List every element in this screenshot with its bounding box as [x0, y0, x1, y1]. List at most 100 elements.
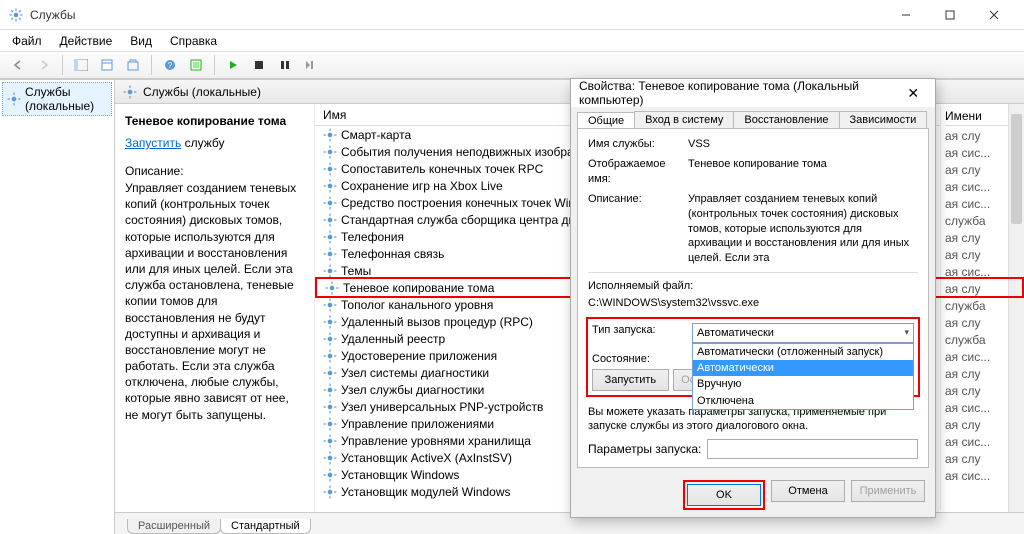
service-row-label: События получения неподвижных изображ... — [341, 145, 592, 159]
service-row-label: Установщик Windows — [341, 468, 459, 482]
gear-icon — [323, 485, 337, 499]
minimize-button[interactable] — [884, 1, 928, 29]
refresh-button[interactable] — [184, 54, 208, 76]
gear-icon — [323, 315, 337, 329]
selected-service-name: Теневое копирование тома — [125, 114, 304, 128]
ok-highlight-box: OK — [683, 480, 765, 510]
startup-highlight-box: Тип запуска: Автоматически ▾ Автоматичес… — [586, 317, 920, 397]
dialog-titlebar: Свойства: Теневое копирование тома (Лока… — [571, 79, 935, 107]
tab-general[interactable]: Общие — [577, 112, 635, 129]
dialog-close-button[interactable]: ✕ — [899, 85, 927, 102]
gear-icon — [323, 264, 337, 278]
back-button[interactable] — [6, 54, 30, 76]
menu-file[interactable]: Файл — [4, 32, 50, 50]
stop-service-button[interactable] — [247, 54, 271, 76]
ok-button[interactable]: OK — [687, 484, 761, 506]
gear-icon — [325, 281, 339, 295]
service-row-label: Средство построения конечных точек Wind.… — [341, 196, 592, 210]
gear-icon — [323, 451, 337, 465]
tab-logon[interactable]: Вход в систему — [634, 111, 734, 128]
tab-standard[interactable]: Стандартный — [220, 519, 311, 534]
gear-icon — [323, 417, 337, 431]
display-name-label: Отображаемое имя: — [588, 157, 688, 186]
service-row-label: Узел службы диагностики — [341, 383, 484, 397]
bg-cell: ая сис... — [945, 145, 1016, 162]
service-row-label: Тополог канального уровня — [341, 298, 493, 312]
start-service-link[interactable]: Запустить — [125, 136, 181, 150]
bg-col-header: Имени — [945, 108, 1016, 126]
exe-label: Исполняемый файл: — [588, 279, 918, 293]
dd-option-manual[interactable]: Вручную — [693, 376, 913, 392]
description-label: Описание: — [125, 164, 304, 178]
display-name-value: Теневое копирование тома — [688, 157, 918, 186]
service-row-label: Узел системы диагностики — [341, 366, 489, 380]
restart-service-button[interactable] — [299, 54, 323, 76]
service-row-label: Телефония — [341, 230, 404, 244]
vertical-scrollbar[interactable] — [1008, 104, 1024, 512]
pause-service-button[interactable] — [273, 54, 297, 76]
tree-item-services-local[interactable]: Службы (локальные) — [2, 82, 112, 116]
title-bar: Службы — [0, 0, 1024, 30]
properties-button[interactable] — [95, 54, 119, 76]
bg-cell: ая слу — [945, 417, 1016, 434]
gear-icon — [323, 162, 337, 176]
show-hide-tree-button[interactable] — [69, 54, 93, 76]
bg-cell: ая сис... — [945, 349, 1016, 366]
dlg-description-value: Управляет созданием теневых копий (контр… — [688, 192, 918, 266]
startup-type-combobox[interactable]: Автоматически ▾ Автоматически (отложенны… — [692, 323, 914, 343]
tab-extended[interactable]: Расширенный — [127, 519, 221, 534]
dialog-page-general: Имя службы: VSS Отображаемое имя: Тенево… — [577, 128, 929, 468]
state-label: Состояние: — [592, 353, 692, 365]
bg-cell: ая сис... — [945, 196, 1016, 213]
gear-icon — [323, 400, 337, 414]
description-text: Управляет созданием теневых копий (контр… — [125, 180, 304, 423]
svg-text:?: ? — [168, 61, 173, 70]
dd-option-delayed[interactable]: Автоматически (отложенный запуск) — [693, 344, 913, 360]
export-button[interactable] — [121, 54, 145, 76]
params-input[interactable] — [707, 439, 918, 459]
properties-dialog: Свойства: Теневое копирование тома (Лока… — [570, 78, 936, 518]
bg-cell: ая слу — [945, 128, 1016, 145]
gear-icon — [323, 145, 337, 159]
maximize-button[interactable] — [928, 1, 972, 29]
service-row-label: Теневое копирование тома — [343, 281, 494, 295]
service-row-label: Удаленный реестр — [341, 332, 445, 346]
bg-cell: ая слу — [945, 230, 1016, 247]
close-button[interactable] — [972, 1, 1016, 29]
start-service-button[interactable] — [221, 54, 245, 76]
window-title: Службы — [30, 8, 884, 22]
dd-option-disabled[interactable]: Отключена — [693, 393, 913, 409]
start-button[interactable]: Запустить — [592, 369, 669, 391]
chevron-down-icon: ▾ — [904, 327, 909, 339]
menu-action[interactable]: Действие — [52, 32, 121, 50]
dialog-tabs: Общие Вход в систему Восстановление Зави… — [571, 107, 935, 128]
service-row-label: Управление приложениями — [341, 417, 494, 431]
service-row-label: Удостоверение приложения — [341, 349, 497, 363]
gear-icon — [323, 332, 337, 346]
cancel-button[interactable]: Отмена — [771, 480, 845, 502]
help-button[interactable]: ? — [158, 54, 182, 76]
menu-help[interactable]: Справка — [162, 32, 225, 50]
params-label: Параметры запуска: — [588, 442, 701, 456]
startup-type-label: Тип запуска: — [592, 323, 692, 343]
apply-button[interactable]: Применить — [851, 480, 925, 502]
forward-button[interactable] — [32, 54, 56, 76]
bg-cell: ая сис... — [945, 179, 1016, 196]
bg-cell: ая сис... — [945, 400, 1016, 417]
menu-view[interactable]: Вид — [122, 32, 160, 50]
tree-item-label: Службы (локальные) — [25, 85, 107, 113]
gear-icon — [323, 247, 337, 261]
dd-option-auto[interactable]: Автоматически — [693, 360, 913, 376]
service-row-label: Темы — [341, 264, 371, 278]
service-row-label: Управление уровнями хранилища — [341, 434, 531, 448]
tab-dependencies[interactable]: Зависимости — [839, 111, 928, 128]
service-row-label: Телефонная связь — [341, 247, 444, 261]
gear-icon — [323, 196, 337, 210]
gear-icon — [323, 434, 337, 448]
services-app-icon — [8, 7, 24, 23]
gear-icon — [323, 213, 337, 227]
bg-cell: ая слу — [945, 451, 1016, 468]
tab-recovery[interactable]: Восстановление — [733, 111, 839, 128]
bg-cell: ая сис... — [945, 468, 1016, 485]
bg-cell: ая слу — [945, 383, 1016, 400]
